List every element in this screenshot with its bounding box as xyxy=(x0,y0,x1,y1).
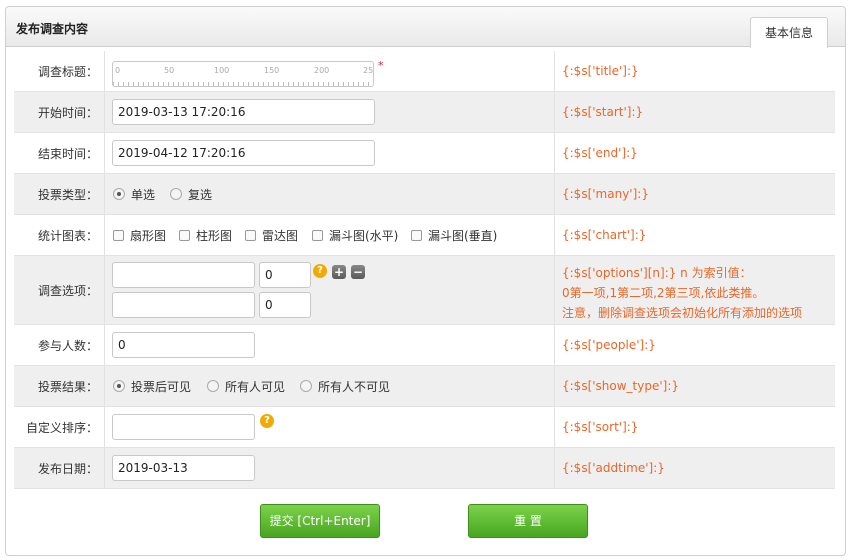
remove-option-icon[interactable]: − xyxy=(351,265,365,279)
chart-option-pie[interactable]: 扇形图 xyxy=(113,215,166,255)
panel-header: 发布调查内容 基本信息 xyxy=(6,7,845,48)
vote-type-hint: {:$s['many']:} xyxy=(562,187,649,201)
option-count-input[interactable]: 0 xyxy=(259,292,311,318)
survey-form: 调查标题： 0 50 100 150 200 25 * {:$s['title'… xyxy=(14,51,835,489)
ruler-tick: 200 xyxy=(314,66,330,75)
options-hint-line: 注意，删除调查选项会初始化所有添加的选项 xyxy=(562,306,803,320)
help-icon[interactable]: ? xyxy=(313,264,327,278)
start-hint: {:$s['start']:} xyxy=(562,105,644,119)
title-input[interactable]: 0 50 100 150 200 25 xyxy=(112,61,374,87)
people-input[interactable]: 0 xyxy=(112,332,255,358)
ruler-tick: 100 xyxy=(214,66,230,75)
submit-button[interactable]: 提交 [Ctrl+Enter] xyxy=(260,504,380,538)
end-hint: {:$s['end']:} xyxy=(562,146,638,160)
radio-everyone[interactable]: 所有人可见 xyxy=(207,366,285,406)
radio-everyone-label: 所有人可见 xyxy=(225,379,286,394)
radio-nobody[interactable]: 所有人不可见 xyxy=(300,366,390,406)
radio-multiple[interactable]: 复选 xyxy=(170,174,212,214)
start-time-input[interactable]: 2019-03-13 17:20:16 xyxy=(112,99,375,125)
chart-label: 统计图表： xyxy=(14,215,105,255)
people-label: 参与人数： xyxy=(14,325,105,365)
title-hint: {:$s['title']:} xyxy=(562,64,639,78)
row-chart: 统计图表： 扇形图 柱形图 雷达图 漏斗图(水平) 漏斗图(垂直) {:$s['… xyxy=(14,215,835,256)
radio-everyone-circle[interactable] xyxy=(207,380,219,392)
checkbox[interactable] xyxy=(245,229,256,241)
ruler-tick: 25 xyxy=(363,66,374,75)
checkbox[interactable] xyxy=(113,229,124,241)
sort-hint: {:$s['sort']:} xyxy=(562,420,639,434)
chart-option-funnel-v[interactable]: 漏斗图(垂直) xyxy=(411,215,497,255)
row-people: 参与人数： 0 {:$s['people']:} xyxy=(14,325,835,366)
options-hint-line: {:$s['options'][n]:} n 为索引值： xyxy=(562,266,752,280)
ruler-tick: 50 xyxy=(164,66,175,75)
radio-after-vote-label: 投票后可见 xyxy=(131,379,192,394)
start-label: 开始时间： xyxy=(14,92,105,132)
chart-option-label: 漏斗图(垂直) xyxy=(428,228,498,243)
sort-input[interactable] xyxy=(112,414,255,440)
chart-option-label: 雷达图 xyxy=(262,228,299,243)
show-type-label: 投票结果： xyxy=(14,366,105,406)
radio-multiple-label: 复选 xyxy=(188,187,213,202)
title-label: 调查标题： xyxy=(14,51,105,91)
row-options: 调查选项： 0 ? + − 0 {:$s['options'][n]:} n 为… xyxy=(14,256,835,325)
radio-after-vote[interactable]: 投票后可见 xyxy=(113,366,191,406)
checkbox[interactable] xyxy=(179,229,190,241)
radio-nobody-label: 所有人不可见 xyxy=(318,379,391,394)
addtime-hint: {:$s['addtime']:} xyxy=(562,461,665,475)
tab-basic-info[interactable]: 基本信息 xyxy=(750,17,828,48)
radio-single-circle[interactable] xyxy=(113,188,125,200)
chart-option-label: 扇形图 xyxy=(130,228,167,243)
row-show-type: 投票结果： 投票后可见 所有人可见 所有人不可见 {:$s['show_type… xyxy=(14,366,835,407)
row-end: 结束时间： 2019-04-12 17:20:16 {:$s['end']:} xyxy=(14,133,835,174)
options-label: 调查选项： xyxy=(14,256,105,324)
end-time-input[interactable]: 2019-04-12 17:20:16 xyxy=(112,140,375,166)
addtime-label: 发布日期： xyxy=(14,448,105,488)
radio-single-label: 单选 xyxy=(131,187,156,202)
chart-option-label: 柱形图 xyxy=(196,228,233,243)
chart-option-label: 漏斗图(水平) xyxy=(329,228,399,243)
reset-button[interactable]: 重 置 xyxy=(468,504,588,538)
row-vote-type: 投票类型： 单选 复选 {:$s['many']:} xyxy=(14,174,835,215)
required-mark: * xyxy=(378,59,384,72)
show-type-hint: {:$s['show_type']:} xyxy=(562,379,680,393)
option-text-input[interactable] xyxy=(112,262,255,288)
row-title: 调查标题： 0 50 100 150 200 25 * {:$s['title'… xyxy=(14,51,835,92)
row-sort: 自定义排序： ? {:$s['sort']:} xyxy=(14,407,835,448)
people-hint: {:$s['people']:} xyxy=(562,338,656,352)
chart-hint: {:$s['chart']:} xyxy=(562,228,647,242)
row-addtime: 发布日期： 2019-03-13 {:$s['addtime']:} xyxy=(14,448,835,489)
checkbox[interactable] xyxy=(411,229,422,241)
end-label: 结束时间： xyxy=(14,133,105,173)
panel-title: 发布调查内容 xyxy=(16,22,89,36)
options-hint-line: 0第一项,1第二项,2第三项,依此类推。 xyxy=(562,286,765,300)
help-icon[interactable]: ? xyxy=(260,414,274,428)
option-text-input[interactable] xyxy=(112,292,255,318)
chart-option-radar[interactable]: 雷达图 xyxy=(245,215,298,255)
ruler-tick: 150 xyxy=(264,66,280,75)
options-hint: {:$s['options'][n]:} n 为索引值： 0第一项,1第二项,2… xyxy=(556,256,835,324)
radio-multiple-circle[interactable] xyxy=(170,188,182,200)
radio-nobody-circle[interactable] xyxy=(300,380,312,392)
ruler-tick: 0 xyxy=(115,66,121,75)
row-start: 开始时间： 2019-03-13 17:20:16 {:$s['start']:… xyxy=(14,92,835,133)
vote-type-label: 投票类型： xyxy=(14,174,105,214)
option-count-input[interactable]: 0 xyxy=(259,262,311,288)
add-option-icon[interactable]: + xyxy=(332,265,346,279)
checkbox[interactable] xyxy=(312,229,323,241)
chart-option-funnel-h[interactable]: 漏斗图(水平) xyxy=(312,215,398,255)
radio-after-vote-circle[interactable] xyxy=(113,380,125,392)
publish-date-input[interactable]: 2019-03-13 xyxy=(112,455,255,481)
chart-option-bar[interactable]: 柱形图 xyxy=(179,215,232,255)
radio-single[interactable]: 单选 xyxy=(113,174,155,214)
form-panel: 发布调查内容 基本信息 调查标题： 0 50 100 150 200 25 * … xyxy=(5,6,846,556)
sort-label: 自定义排序： xyxy=(14,407,105,447)
